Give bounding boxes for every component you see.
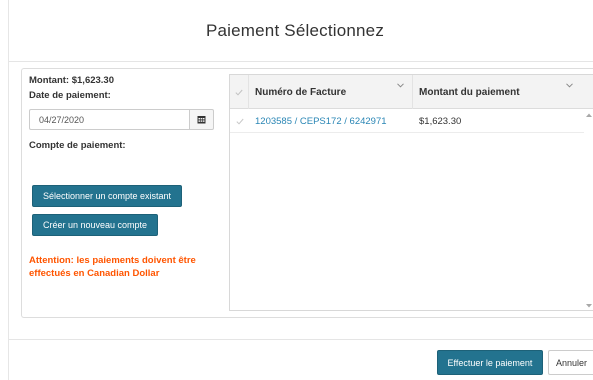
check-icon <box>235 89 243 96</box>
payment-panel: Montant: $1,623.30 Date de paiement: 04/… <box>21 68 593 318</box>
modal-header: Paiement Sélectionnez <box>9 0 593 62</box>
modal-footer: Effectuer le paiement Annuler <box>9 339 593 380</box>
select-all-checkbox[interactable] <box>230 75 249 109</box>
scroll-down-icon[interactable] <box>586 304 592 308</box>
chevron-down-icon[interactable] <box>397 83 404 88</box>
currency-warning: Attention: les paiements doivent être ef… <box>29 255 196 279</box>
payment-date-group <box>29 109 214 130</box>
modal-title: Paiement Sélectionnez <box>205 20 385 40</box>
payment-account-label: Compte de paiement: <box>29 140 126 151</box>
grid-header: Numéro de Facture Montant du paiement <box>230 75 593 109</box>
payment-date-input[interactable] <box>29 109 189 130</box>
amount-text: Montant: $1,623.30 <box>29 75 114 86</box>
payment-modal: Paiement Sélectionnez Montant: $1,623.30… <box>8 0 593 380</box>
select-existing-account-button[interactable]: Sélectionner un compte existant <box>32 185 182 207</box>
column-header-invoice-label: Numéro de Facture <box>255 86 347 98</box>
check-icon <box>235 118 244 125</box>
scroll-up-icon[interactable] <box>586 113 592 117</box>
calendar-icon <box>197 116 206 124</box>
make-payment-button[interactable]: Effectuer le paiement <box>437 350 543 375</box>
chevron-down-icon[interactable] <box>566 83 573 88</box>
cancel-button[interactable]: Annuler <box>548 350 593 375</box>
invoice-number-link[interactable]: 1203585 / CEPS172 / 6242971 <box>249 109 413 133</box>
column-header-payment-amount[interactable]: Montant du paiement <box>413 75 593 109</box>
payment-amount-cell: $1,623.30 <box>419 115 462 127</box>
payment-date-label: Date de paiement: <box>29 90 111 101</box>
table-row[interactable]: 1203585 / CEPS172 / 6242971 $1,623.30 <box>230 109 585 133</box>
invoice-grid: Numéro de Facture Montant du paiement 12… <box>229 74 593 311</box>
row-checkbox[interactable] <box>230 109 249 133</box>
payment-form: Montant: $1,623.30 Date de paiement: 04/… <box>29 75 219 151</box>
create-new-account-button[interactable]: Créer un nouveau compte <box>32 214 158 236</box>
grid-scrollbar[interactable] <box>584 109 593 310</box>
column-header-invoice-number[interactable]: Numéro de Facture <box>249 75 413 109</box>
column-header-amount-label: Montant du paiement <box>419 86 520 98</box>
calendar-button[interactable] <box>189 109 214 130</box>
